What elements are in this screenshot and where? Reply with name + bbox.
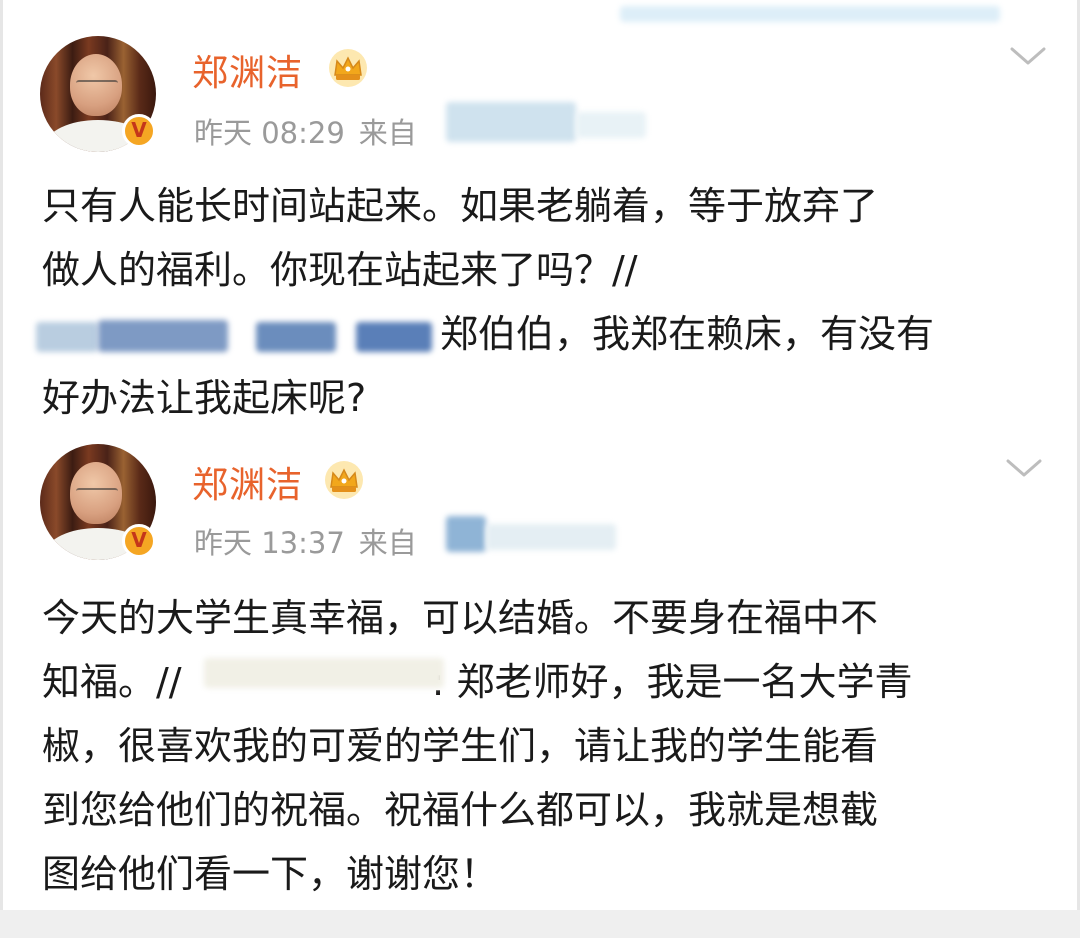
content-line: 图给他们看一下，谢谢您！ — [42, 852, 499, 896]
post-meta: 昨天 13:37 来自 — [194, 520, 431, 562]
post-content: 今天的大学生真幸福，可以结婚。不要身在福中不 知福。// : 郑老师好，我是一名大… — [42, 586, 1042, 906]
post-meta: 昨天 08:29 来自 — [194, 110, 431, 152]
content-line-text: : 郑老师好，我是一名大学青 — [431, 660, 913, 704]
redacted-username — [36, 322, 98, 352]
bottom-bar — [0, 910, 1080, 938]
weibo-post: V 郑渊洁 昨天 08:29 来自 只有人能长时间站起来。如果老躺着，等于放弃了 … — [0, 0, 1080, 430]
content-line: 到您给他们的祝福。祝福什么都可以，我就是想截 — [42, 788, 879, 832]
content-line: 知福。// : 郑老师好，我是一名大学青 — [42, 650, 1042, 714]
redacted-header — [620, 6, 1000, 22]
content-line: 今天的大学生真幸福，可以结婚。不要身在福中不 — [42, 596, 879, 640]
redacted-username — [204, 658, 444, 688]
content-line-text: 知福。// — [42, 660, 182, 704]
content-line: 只有人能长时间站起来。如果老躺着，等于放弃了 — [42, 184, 879, 228]
content-line: 椒，很喜欢我的可爱的学生们，请让我的学生能看 — [42, 724, 879, 768]
content-line: 好办法让我起床呢? — [42, 376, 367, 420]
post-time[interactable]: 昨天 08:29 — [194, 116, 345, 150]
redacted-username — [98, 320, 228, 352]
content-line: 做人的福利。你现在站起来了吗？// — [42, 248, 638, 292]
chevron-down-icon[interactable] — [1010, 46, 1046, 66]
redacted-source — [576, 112, 646, 138]
source-prefix: 来自 — [358, 526, 417, 560]
weibo-post: V 郑渊洁 昨天 13:37 来自 今天的大学生真幸福，可以结婚。不要身在福中不 … — [0, 430, 1080, 908]
avatar-glasses — [76, 80, 118, 90]
crown-icon — [325, 461, 363, 499]
avatar-glasses — [76, 488, 118, 498]
chevron-down-icon[interactable] — [1006, 458, 1042, 478]
post-time[interactable]: 昨天 13:37 — [194, 526, 345, 560]
redacted-username — [356, 322, 432, 352]
redacted-username — [256, 322, 336, 352]
content-line-text: 郑伯伯，我郑在赖床，有没有 — [440, 312, 935, 356]
redacted-source — [486, 524, 616, 550]
source-prefix: 来自 — [358, 116, 417, 150]
verified-v-icon: V — [122, 524, 156, 558]
verified-v-icon: V — [122, 114, 156, 148]
username[interactable]: 郑渊洁 — [192, 456, 303, 508]
crown-icon — [329, 49, 367, 87]
post-content: 只有人能长时间站起来。如果老躺着，等于放弃了 做人的福利。你现在站起来了吗？//… — [42, 174, 1042, 430]
redacted-source — [446, 516, 486, 552]
redacted-source — [446, 102, 576, 142]
username[interactable]: 郑渊洁 — [192, 44, 303, 96]
